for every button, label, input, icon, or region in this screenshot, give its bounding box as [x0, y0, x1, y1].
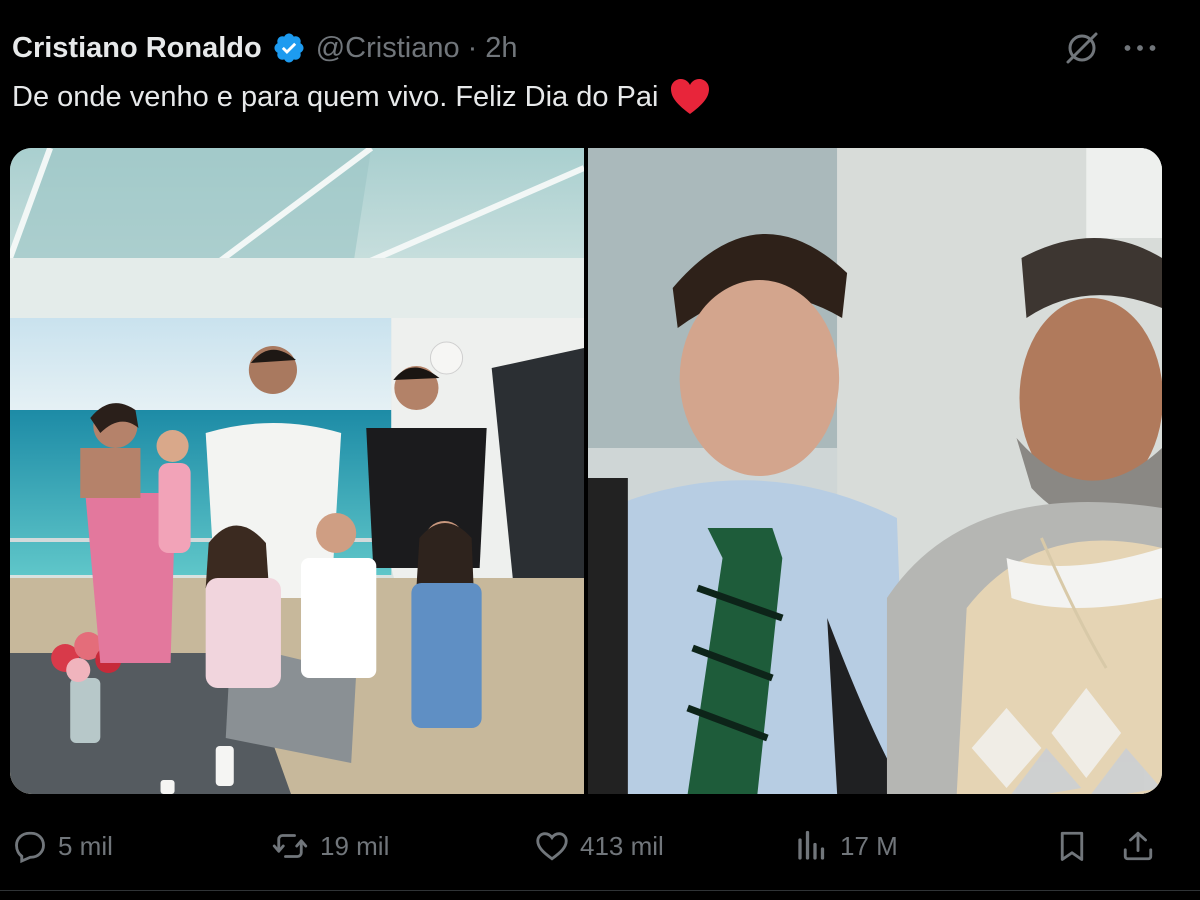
young-ronaldo-with-father-photo[interactable] [588, 148, 1162, 794]
share-icon [1120, 828, 1156, 864]
like-icon [534, 828, 570, 864]
bookmark-button[interactable] [1054, 820, 1090, 872]
tweet-actions: 5 mil 19 mil 413 mil 17 M [12, 820, 1172, 872]
tweet-timestamp[interactable]: 2h [485, 32, 517, 65]
views-button[interactable]: 17 M [794, 820, 898, 872]
bookmark-icon [1054, 828, 1090, 864]
red-heart-emoji-icon [670, 78, 710, 116]
author-handle[interactable]: @Cristiano [316, 32, 460, 65]
divider [0, 890, 1200, 891]
family-on-yacht-photo[interactable] [10, 148, 584, 794]
tweet-header: Cristiano Ronaldo @Cristiano · 2h [12, 26, 518, 70]
reply-button[interactable]: 5 mil [12, 820, 113, 872]
like-button[interactable]: 413 mil [534, 820, 664, 872]
more-icon[interactable] [1120, 30, 1160, 66]
share-button[interactable] [1120, 820, 1156, 872]
tweet-text: De onde venho e para quem vivo. Feliz Di… [12, 78, 710, 116]
repost-icon [270, 828, 310, 864]
repost-button[interactable]: 19 mil [270, 820, 389, 872]
repost-count: 19 mil [320, 830, 390, 861]
tweet[interactable]: Cristiano Ronaldo @Cristiano · 2h De ond… [0, 0, 1200, 900]
tweet-media[interactable] [10, 148, 1162, 794]
views-icon [794, 828, 830, 864]
separator-dot: · [467, 31, 478, 64]
views-count: 17 M [840, 830, 898, 861]
reply-icon [12, 828, 48, 864]
grok-icon[interactable] [1062, 28, 1102, 68]
tweet-text-content: De onde venho e para quem vivo. Feliz Di… [12, 80, 659, 113]
verified-badge-icon[interactable] [272, 31, 306, 65]
author-name[interactable]: Cristiano Ronaldo [12, 32, 262, 65]
like-count: 413 mil [580, 830, 664, 861]
reply-count: 5 mil [58, 830, 113, 861]
